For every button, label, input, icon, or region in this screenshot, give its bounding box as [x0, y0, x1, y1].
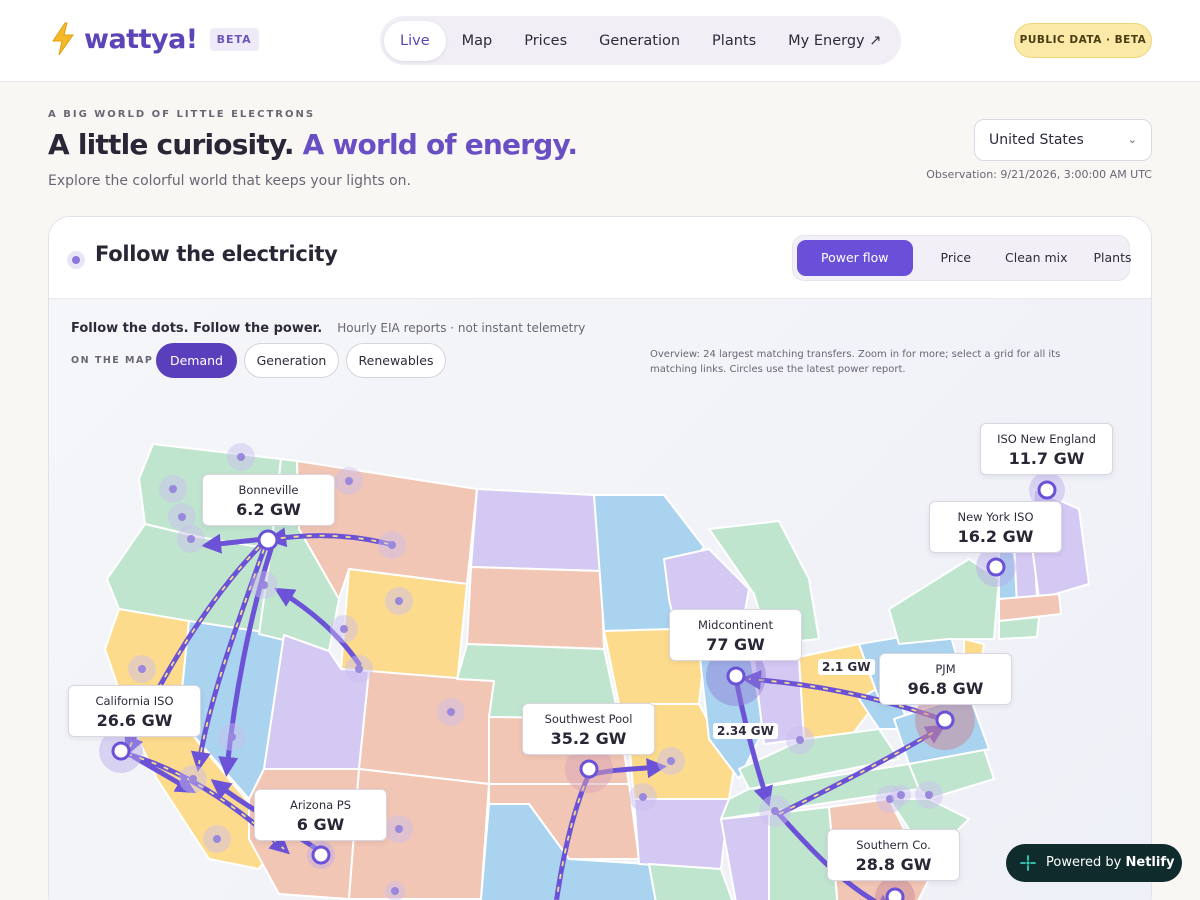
region-value: 16.2 GW	[957, 527, 1034, 546]
headline-part-b: A world of energy.	[302, 128, 578, 161]
country-select-value: United States	[989, 132, 1084, 148]
flow-label-miso-south: 2.34 GW	[713, 723, 778, 739]
on-map-label: ON THE MAP	[71, 355, 154, 366]
view-power-flow[interactable]: Power flow	[797, 240, 913, 276]
region-value: 6 GW	[296, 815, 345, 834]
lightning-bolt-icon	[52, 22, 74, 56]
region-name: Bonneville	[238, 483, 299, 497]
top-bar: wattya! BETA Live Map Prices Generation …	[0, 0, 1200, 82]
region-value: 77 GW	[706, 635, 765, 654]
live-dot-icon	[67, 251, 85, 269]
view-price[interactable]: Price	[929, 240, 984, 276]
card-header: Follow the electricity Power flow Price …	[49, 217, 1151, 299]
nav-prices[interactable]: Prices	[508, 21, 583, 61]
callout-southwest-pool[interactable]: Southwest Pool 35.2 GW	[522, 703, 655, 755]
region-value: 35.2 GW	[550, 729, 627, 748]
region-name: ISO New England	[997, 432, 1096, 446]
region-name: PJM	[935, 662, 956, 676]
callout-iso-new-england[interactable]: ISO New England 11.7 GW	[980, 423, 1113, 475]
region-name: Arizona PS	[289, 798, 352, 812]
region-name: Southwest Pool	[544, 712, 633, 726]
card-title: Follow the electricity	[95, 242, 338, 266]
netlify-badge[interactable]: Powered by Netlify	[1006, 844, 1182, 882]
state-connecticut[interactable]	[998, 616, 1040, 640]
nav-plants[interactable]: Plants	[696, 21, 772, 61]
layer-generation[interactable]: Generation	[244, 343, 339, 378]
netlify-brand: Netlify	[1125, 855, 1175, 870]
callout-arizona-ps[interactable]: Arizona PS 6 GW	[254, 789, 387, 841]
flow-label-pjm-miso: 2.1 GW	[818, 659, 875, 675]
state-south-dakota[interactable]	[466, 566, 605, 650]
power-flow-map[interactable]: Follow the dots. Follow the power. Hourl…	[49, 299, 1151, 900]
headline-part-a: A little curiosity.	[48, 128, 294, 161]
state-north-dakota[interactable]	[470, 488, 602, 572]
callout-bonneville[interactable]: Bonneville 6.2 GW	[202, 474, 335, 526]
netlify-prefix: Powered by	[1046, 855, 1122, 870]
overview-note: Overview: 24 largest matching transfers.…	[650, 349, 1061, 375]
hero-headline: A little curiosity. A world of energy.	[48, 128, 578, 161]
netlify-icon	[1020, 855, 1036, 871]
view-plants[interactable]: Plants	[1082, 240, 1144, 276]
callout-pjm[interactable]: PJM 96.8 GW	[879, 653, 1012, 705]
observation-timestamp: Observation: 9/21/2026, 3:00:00 AM UTC	[926, 168, 1152, 181]
view-switcher: Power flow Price Clean mix Plants	[792, 235, 1132, 281]
region-value: 28.8 GW	[855, 855, 932, 874]
hero-subhead: Explore the colorful world that keeps yo…	[48, 173, 411, 189]
follow-row: Follow the dots. Follow the power. Hourl…	[71, 317, 585, 336]
public-data-badge: PUBLIC DATA · BETA	[1014, 23, 1152, 58]
callout-california-iso[interactable]: California ISO 26.6 GW	[68, 685, 201, 737]
follow-title: Follow the dots. Follow the power.	[71, 321, 323, 336]
callout-southern-co[interactable]: Southern Co. 28.8 GW	[827, 829, 960, 881]
region-value: 96.8 GW	[907, 679, 984, 698]
brand-name: wattya!	[84, 23, 198, 55]
country-select[interactable]: United States ⌄	[974, 119, 1152, 161]
region-value: 6.2 GW	[236, 500, 301, 519]
nav-my-energy[interactable]: My Energy ↗	[772, 21, 897, 61]
nav-live[interactable]: Live	[384, 20, 446, 61]
logo[interactable]: wattya! BETA	[50, 22, 259, 56]
state-louisiana[interactable]	[648, 863, 739, 900]
region-name: New York ISO	[957, 510, 1034, 524]
nav-generation[interactable]: Generation	[583, 21, 696, 61]
main-nav: Live Map Prices Generation Plants My Ene…	[380, 16, 902, 65]
beta-badge: BETA	[209, 27, 259, 51]
region-value: 11.7 GW	[1008, 449, 1085, 468]
nav-map[interactable]: Map	[446, 21, 509, 61]
layer-demand[interactable]: Demand	[156, 343, 237, 378]
region-name: California ISO	[95, 694, 174, 708]
chevron-down-icon: ⌄	[1127, 133, 1137, 146]
layer-renewables[interactable]: Renewables	[346, 343, 446, 378]
electricity-card: Follow the electricity Power flow Price …	[48, 216, 1152, 900]
state-colorado[interactable]	[358, 670, 495, 785]
view-clean-mix[interactable]: Clean mix	[993, 240, 1080, 276]
hero-eyebrow: A BIG WORLD OF LITTLE ELECTRONS	[48, 109, 316, 120]
callout-midcontinent[interactable]: Midcontinent 77 GW	[669, 609, 802, 661]
region-name: Southern Co.	[856, 838, 931, 852]
region-value: 26.6 GW	[96, 711, 173, 730]
region-name: Midcontinent	[698, 618, 773, 632]
callout-new-york-iso[interactable]: New York ISO 16.2 GW	[929, 501, 1062, 553]
follow-subtitle: Hourly EIA reports · not instant telemet…	[337, 321, 586, 335]
us-grid-map[interactable]	[49, 299, 1152, 900]
